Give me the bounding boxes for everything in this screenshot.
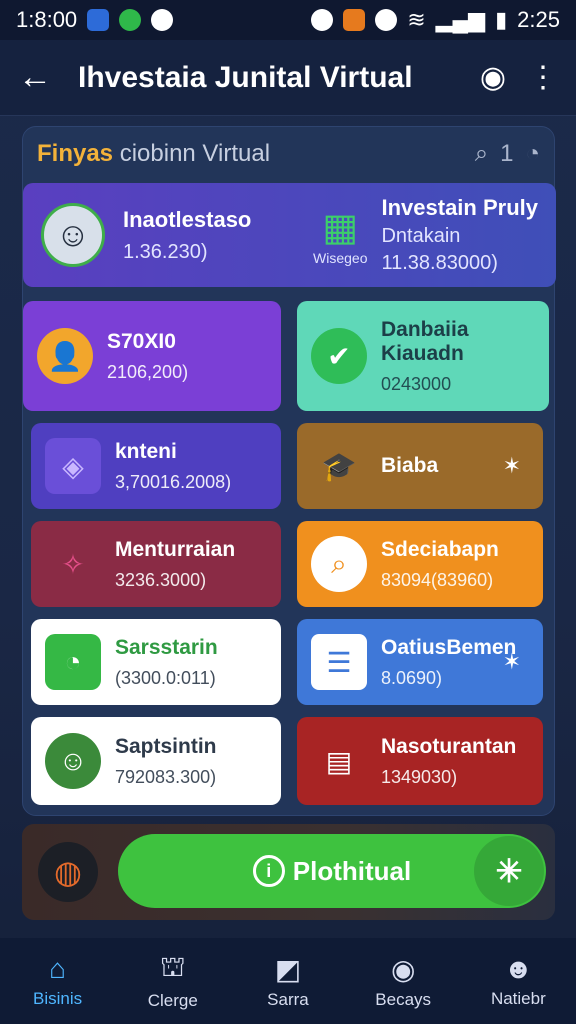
avatar: ☺ [41,203,105,267]
summary-right-sub: Dntakain [381,225,461,247]
check-icon: ✔ [311,328,367,384]
refresh-icon[interactable]: ◔ [526,140,541,168]
notification-icon: ◉ [390,953,416,985]
card-label: Sarsstarin [115,635,218,659]
nav-label: Becays [375,989,432,1009]
asset-card[interactable]: ▤ Nasoturantan 1349030) [297,717,543,805]
chart-icon: ◩ [274,953,302,985]
star-icon[interactable]: ✶ [503,453,521,479]
card-value: 3,70016.2008) [115,471,232,492]
building-icon: ▦ Wisegeo [313,206,368,266]
card-value: 3236.3000) [115,569,207,590]
app-notification-icon [87,9,110,31]
nav-item-sarra[interactable]: ◩ Sarra [238,953,338,1010]
card-value: 83094(83960) [381,569,494,590]
game-icon [151,9,174,31]
sparkle-icon[interactable]: ✳ [474,836,544,906]
asset-card[interactable]: 👤 S70XI0 2106,200) [23,301,281,411]
clipboard-icon: ☰ [311,634,367,690]
asset-card[interactable]: ◈ knteni 3,70016.2008) [31,423,281,509]
panel-search-icon[interactable]: ⌕ [475,140,488,168]
summary-right-title: Investain Pruly [381,195,538,220]
back-arrow-icon[interactable]: ← [18,58,62,97]
app-bar: ← Ihvestaia Junital Virtual ◉ ⋮ [0,40,576,116]
card-label: Danbaiia Kiauadn [381,317,469,365]
panel-title-highlight: Finyas [37,140,114,167]
gear-icon [375,9,398,31]
card-value: 2106,200) [107,361,189,382]
info-icon: i [252,855,285,887]
battery-saver-icon [343,9,366,31]
person-icon: ☺ [45,733,101,789]
status-time-left: 1:8:00 [16,7,78,32]
home-icon: ⌂ [49,953,67,984]
spotify-icon [119,9,142,31]
signal-icon: ▂▄▆ [435,7,486,32]
person-icon: 👤 [37,328,93,384]
asset-card[interactable]: ◔ Sarsstarin (3300.0:011) [31,619,281,705]
card-value: 8.0690) [381,667,443,688]
nav-item-natiebr[interactable]: ☻ Natiebr [468,953,568,1009]
portfolio-panel: Finyas ciobinn Virtual ⌕ 1 ◔ ☺ Inaotlest… [22,126,556,816]
asset-card[interactable]: ✧ Menturraian 3236.3000) [31,521,281,607]
card-label: knteni [115,439,177,463]
summary-right-value: 11.38.83000) [381,252,498,274]
graduation-icon: 🎓 [321,450,357,482]
asset-card[interactable]: ✔ Danbaiia Kiauadn 0243000 [297,301,549,411]
status-time-right: 2:25 [517,7,560,32]
panel-count: 1 [500,140,514,167]
card-label: Nasoturantan [381,734,517,758]
search-icon[interactable]: ◉ [480,60,506,95]
bank-icon: ⛫ [159,951,186,982]
battery-icon: ▮ [495,7,508,32]
asset-card[interactable]: ☰ OatiusBemen 8.0690) ✶ [297,619,543,705]
card-label: Sdeciabapn [381,537,499,561]
nav-label: Sarra [267,989,309,1009]
card-value: 1349030) [381,766,458,787]
alarm-icon [311,9,334,31]
nav-item-clerge[interactable]: ⛫ Clerge [123,951,223,1011]
summary-caption: Wisegeo [313,249,368,266]
card-label: OatiusBemen [381,635,517,659]
chat-icon: ◈ [45,438,101,494]
page-title: Ihvestaia Junital Virtual [78,60,413,94]
nav-label: Natiebr [490,989,546,1008]
wifi-icon: ≋ [407,7,426,32]
card-value: 792083.300) [115,766,217,787]
asset-card[interactable]: 🎓 Biaba ✶ [297,423,543,509]
card-value: 0243000 [381,373,452,394]
bottom-nav: ⌂ Bisinis ⛫ Clerge ◩ Sarra ◉ Becays ☻ Na… [0,938,576,1024]
card-label: Saptsintin [115,734,217,758]
summary-value: 1.36.230) [123,240,208,263]
panel-title: Finyas ciobinn Virtual [37,140,270,168]
summary-name: Inaotlestaso [123,206,252,232]
document-icon: ▤ [325,745,353,777]
star-icon: ✧ [61,548,85,580]
status-bar: 1:8:00 ≋ ▂▄▆ ▮ 2:25 [0,0,576,40]
card-label: Biaba [381,454,439,477]
card-label: Menturraian [115,537,236,561]
search-icon: ⌕ [311,536,367,592]
asset-card[interactable]: ⌕ Sdeciabapn 83094(83960) [297,521,543,607]
star-icon[interactable]: ✶ [503,649,521,675]
profile-icon: ☻ [503,953,534,984]
nav-label: Clerge [147,991,198,1010]
asset-card[interactable]: ☺ Saptsintin 792083.300) [31,717,281,805]
nav-item-bisinis[interactable]: ⌂ Bisinis [8,953,108,1009]
card-label: S70XI0 [107,329,176,353]
card-value: (3300.0:011) [115,667,216,688]
summary-card[interactable]: ☺ Inaotlestaso 1.36.230) ▦ Wisegeo Invest… [23,183,556,287]
primary-action-label: Plothitual [292,855,412,886]
nav-label: Bisinis [33,989,83,1008]
globe-icon[interactable]: ◍ [38,842,98,902]
primary-action-button[interactable]: i Plothitual ✳ [118,834,546,908]
panel-title-rest: ciobinn Virtual [119,140,271,167]
panel-header: Finyas ciobinn Virtual ⌕ 1 ◔ [23,127,554,181]
message-icon: ◔ [45,634,101,690]
nav-item-becays[interactable]: ◉ Becays [353,953,453,1010]
more-menu-icon[interactable]: ⋮ [528,60,558,95]
